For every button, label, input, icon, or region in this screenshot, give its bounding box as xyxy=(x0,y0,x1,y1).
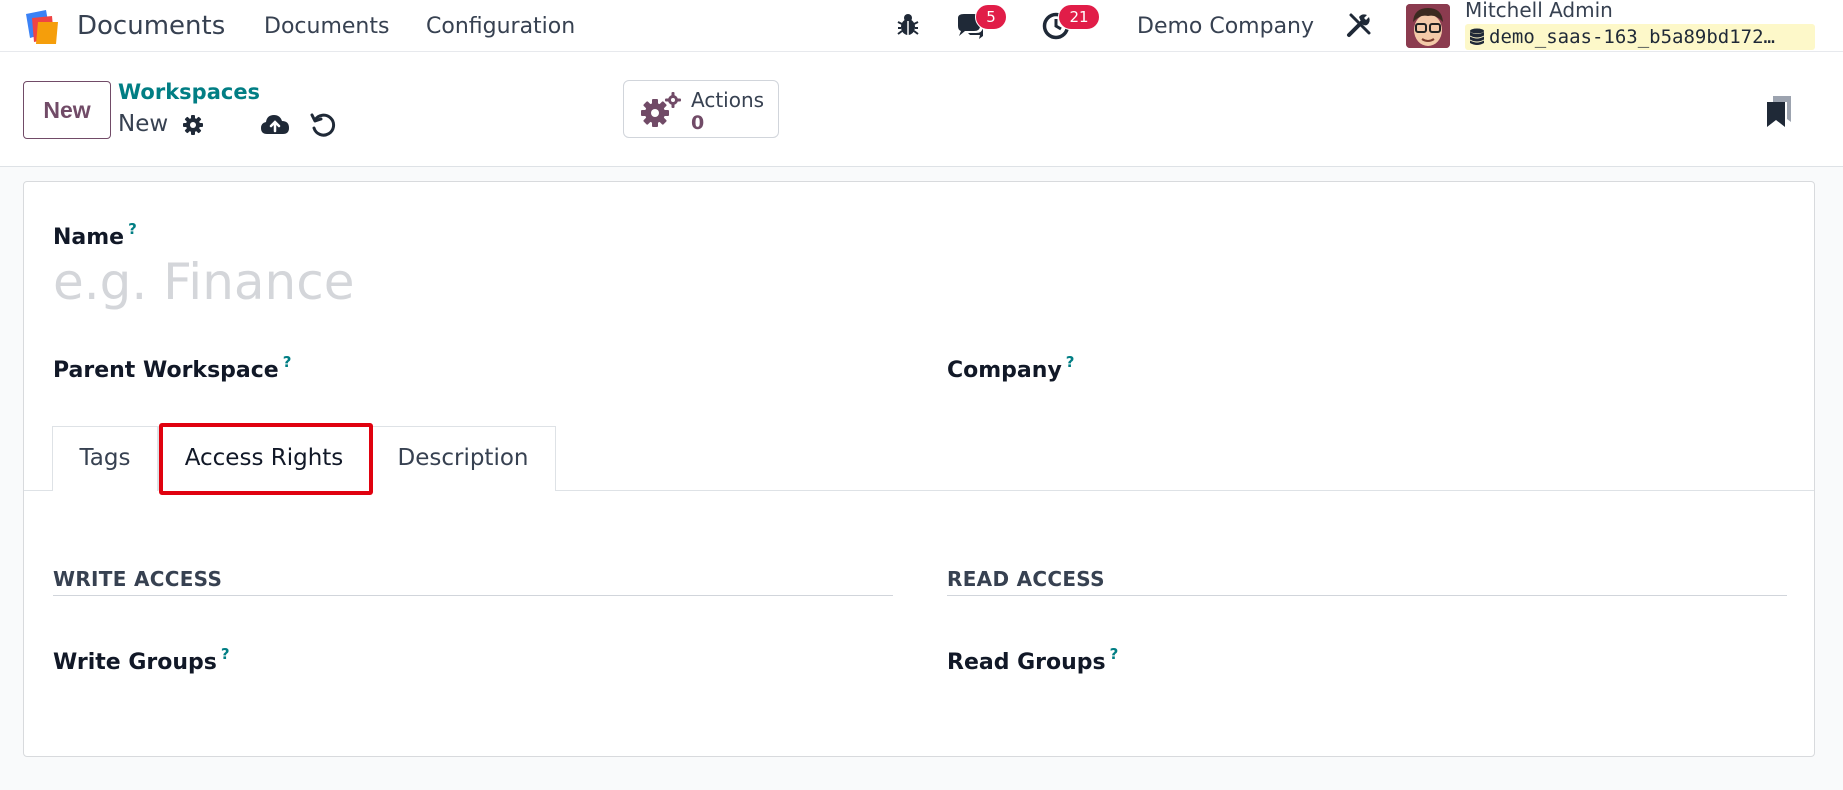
main-navbar: Documents Documents Configuration 5 21 D… xyxy=(0,0,1843,52)
name-help-tooltip[interactable]: ? xyxy=(128,220,137,238)
gears-icon xyxy=(641,92,681,127)
menu-documents[interactable]: Documents xyxy=(264,13,389,41)
cloud-upload-icon[interactable] xyxy=(260,112,290,138)
menu-configuration[interactable]: Configuration xyxy=(426,13,575,41)
name-label-text: Name xyxy=(53,225,125,250)
avatar[interactable] xyxy=(1406,4,1450,48)
form-sheet: Name? Parent Workspace? Company? Tags Ac… xyxy=(23,181,1815,757)
read-access-section-title: READ ACCESS xyxy=(947,567,1105,591)
user-name[interactable]: Mitchell Admin xyxy=(1465,0,1613,22)
tools-icon[interactable] xyxy=(1345,11,1373,39)
gear-icon[interactable] xyxy=(182,114,204,136)
read-groups-help-tooltip[interactable]: ? xyxy=(1110,645,1119,663)
write-groups-help-tooltip[interactable]: ? xyxy=(221,645,230,663)
write-groups-label: Write Groups? xyxy=(53,640,230,677)
write-access-section-title: WRITE ACCESS xyxy=(53,567,223,591)
company-label-text: Company xyxy=(947,358,1062,383)
activities-badge: 21 xyxy=(1058,4,1100,30)
tab-access-rights[interactable]: Access Rights xyxy=(158,426,370,491)
company-switcher[interactable]: Demo Company xyxy=(1137,13,1314,41)
breadcrumb-workspaces[interactable]: Workspaces xyxy=(118,79,260,105)
read-access-divider xyxy=(947,595,1787,596)
write-access-divider xyxy=(53,595,893,596)
read-groups-label-text: Read Groups xyxy=(947,650,1106,675)
actions-label: Actions xyxy=(691,88,765,112)
bug-icon[interactable] xyxy=(895,12,921,38)
app-name[interactable]: Documents xyxy=(77,9,225,43)
parent-workspace-label: Parent Workspace? xyxy=(53,348,291,385)
parent-workspace-label-text: Parent Workspace xyxy=(53,358,279,383)
database-name: demo_saas-163_b5a89bd172… xyxy=(1489,26,1775,48)
actions-count: 0 xyxy=(691,112,705,134)
write-groups-label-text: Write Groups xyxy=(53,650,217,675)
actions-button[interactable]: Actions 0 xyxy=(623,80,779,138)
app-logo-icon[interactable] xyxy=(20,8,62,46)
bookmark-icon[interactable] xyxy=(1765,94,1793,128)
name-input[interactable] xyxy=(53,252,1783,312)
control-panel: New Workspaces New Actions 0 xyxy=(0,52,1843,167)
company-help-tooltip[interactable]: ? xyxy=(1066,353,1075,371)
tab-tags[interactable]: Tags xyxy=(52,426,158,491)
name-label: Name? xyxy=(53,215,137,252)
read-groups-label: Read Groups? xyxy=(947,640,1118,677)
parent-workspace-help-tooltip[interactable]: ? xyxy=(283,353,292,371)
database-badge: demo_saas-163_b5a89bd172… xyxy=(1465,24,1815,50)
breadcrumb-current-record: New xyxy=(118,111,169,137)
database-icon xyxy=(1469,28,1485,45)
undo-icon[interactable] xyxy=(309,111,337,139)
new-button[interactable]: New xyxy=(23,81,111,139)
company-label: Company? xyxy=(947,348,1074,385)
messages-badge: 5 xyxy=(975,4,1007,30)
tab-description[interactable]: Description xyxy=(370,426,556,491)
avatar-face-icon xyxy=(1406,4,1450,48)
